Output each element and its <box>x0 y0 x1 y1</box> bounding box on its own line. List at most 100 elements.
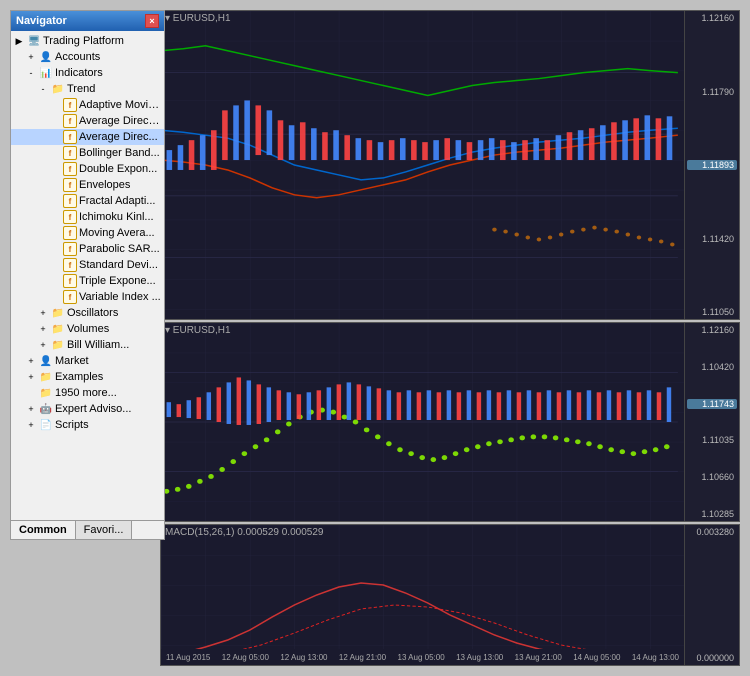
nav-icon-volumes: 📁 <box>51 322 65 336</box>
chart-area: ▾ EURUSD,H1 <box>160 10 740 666</box>
nav-item-parabolic[interactable]: fParabolic SAR... <box>11 241 164 257</box>
nav-icon-trading-platform: 🖥 <box>27 34 41 48</box>
chart-bottom-svg <box>161 525 739 665</box>
y-label-1: 1.12160 <box>687 13 737 23</box>
nav-text-indicators: Indicators <box>55 67 103 79</box>
nav-item-adaptive-ma[interactable]: fAdaptive Moving Average <box>11 97 164 113</box>
x-label-6: 13 Aug 13:00 <box>456 653 503 662</box>
nav-icon-bollinger: f <box>63 146 77 160</box>
nav-item-1950-more[interactable]: 📁1950 more... <box>11 385 164 401</box>
nav-icon-bill-williams: 📁 <box>51 338 65 352</box>
y-label-m-highlighted: 1.11743 <box>687 399 737 409</box>
nav-text-double-exp: Double Expon... <box>79 163 157 175</box>
nav-text-adaptive-ma: Adaptive Moving Average <box>79 99 162 111</box>
nav-icon-parabolic: f <box>63 242 77 256</box>
nav-icon-trend: 📁 <box>51 82 65 96</box>
nav-icon-double-exp: f <box>63 162 77 176</box>
nav-item-fractal[interactable]: fFractal Adapti... <box>11 193 164 209</box>
navigator-titlebar: Navigator × <box>11 11 164 31</box>
y-label-2: 1.11790 <box>687 87 737 97</box>
nav-item-trend[interactable]: -📁Trend <box>11 81 164 97</box>
y-label-b1: 0.003280 <box>687 527 737 537</box>
nav-item-moving-avg[interactable]: fMoving Avera... <box>11 225 164 241</box>
chart-mid-y-axis: 1.12160 1.10420 1.11743 1.11035 1.10660 … <box>684 323 739 521</box>
nav-text-oscillators: Oscillators <box>67 307 118 319</box>
nav-item-accounts[interactable]: +👤Accounts <box>11 49 164 65</box>
nav-item-bill-williams[interactable]: +📁Bill William... <box>11 337 164 353</box>
nav-icon-envelopes: f <box>63 178 77 192</box>
expand-icon-trading-platform: ▶ <box>13 35 25 47</box>
nav-text-fractal: Fractal Adapti... <box>79 195 155 207</box>
nav-icon-variable-idx: f <box>63 290 77 304</box>
nav-text-ichimoku: Ichimoku Kinl... <box>79 211 154 223</box>
y-label-m1: 1.12160 <box>687 325 737 335</box>
nav-item-trading-platform[interactable]: ▶🖥Trading Platform <box>11 33 164 49</box>
x-label-2: 12 Aug 05:00 <box>222 653 269 662</box>
nav-text-envelopes: Envelopes <box>79 179 130 191</box>
expand-icon-scripts: + <box>25 419 37 431</box>
nav-icon-avg-dir-mvt: f <box>63 114 77 128</box>
navigator-title: Navigator <box>16 15 67 27</box>
y-label-m5: 1.10285 <box>687 509 737 519</box>
nav-item-std-dev[interactable]: fStandard Devi... <box>11 257 164 273</box>
y-label-3: 1.11420 <box>687 234 737 244</box>
expand-icon-bill-williams: + <box>37 339 49 351</box>
expand-icon-accounts: + <box>25 51 37 63</box>
chart-bottom-y-axis: 0.003280 0.000000 <box>684 525 739 665</box>
nav-text-accounts: Accounts <box>55 51 100 63</box>
nav-text-market: Market <box>55 355 89 367</box>
nav-item-double-exp[interactable]: fDouble Expon... <box>11 161 164 177</box>
nav-text-examples: Examples <box>55 371 103 383</box>
nav-text-triple-exp: Triple Expone... <box>79 275 156 287</box>
nav-item-expert-advisors[interactable]: +🤖Expert Adviso... <box>11 401 164 417</box>
x-label-5: 13 Aug 05:00 <box>398 653 445 662</box>
x-axis: 11 Aug 2015 12 Aug 05:00 12 Aug 13:00 12… <box>161 649 684 665</box>
expand-icon-volumes: + <box>37 323 49 335</box>
x-label-4: 12 Aug 21:00 <box>339 653 386 662</box>
nav-item-volumes[interactable]: +📁Volumes <box>11 321 164 337</box>
y-label-m2: 1.10420 <box>687 362 737 372</box>
navigator-body: ▶🖥Trading Platform+👤Accounts-📊Indicators… <box>11 31 164 520</box>
nav-item-triple-exp[interactable]: fTriple Expone... <box>11 273 164 289</box>
chart-bottom-label: MACD(15,26,1) 0.000529 0.000529 <box>165 527 323 538</box>
nav-text-scripts: Scripts <box>55 419 89 431</box>
nav-item-market[interactable]: +👤Market <box>11 353 164 369</box>
nav-text-moving-avg: Moving Avera... <box>79 227 155 239</box>
nav-text-avg-direc: Average Direc... <box>79 131 158 143</box>
nav-item-scripts[interactable]: +📄Scripts <box>11 417 164 433</box>
nav-item-bollinger[interactable]: fBollinger Band... <box>11 145 164 161</box>
x-label-7: 13 Aug 21:00 <box>515 653 562 662</box>
chart-top[interactable]: ▾ EURUSD,H1 <box>160 10 740 320</box>
nav-text-variable-idx: Variable Index ... <box>79 291 161 303</box>
y-label-m3: 1.11035 <box>687 435 737 445</box>
nav-text-parabolic: Parabolic SAR... <box>79 243 160 255</box>
chart-bottom[interactable]: MACD(15,26,1) 0.000529 0.000529 0.003280… <box>160 524 740 666</box>
expand-icon-market: + <box>25 355 37 367</box>
expand-icon-expert-advisors: + <box>25 403 37 415</box>
nav-icon-moving-avg: f <box>63 226 77 240</box>
nav-tab-favorites[interactable]: Favori... <box>76 521 133 539</box>
y-label-m4: 1.10660 <box>687 472 737 482</box>
x-label-3: 12 Aug 13:00 <box>280 653 327 662</box>
nav-icon-oscillators: 📁 <box>51 306 65 320</box>
nav-item-examples[interactable]: +📁Examples <box>11 369 164 385</box>
y-label-b2: 0.000000 <box>687 653 737 663</box>
nav-icon-avg-direc: f <box>63 130 77 144</box>
nav-item-variable-idx[interactable]: fVariable Index ... <box>11 289 164 305</box>
nav-item-indicators[interactable]: -📊Indicators <box>11 65 164 81</box>
chart-mid[interactable]: ▾ EURUSD,H1 <box>160 322 740 522</box>
nav-tab-common[interactable]: Common <box>11 521 76 539</box>
nav-icon-std-dev: f <box>63 258 77 272</box>
nav-icon-indicators: 📊 <box>39 66 53 80</box>
nav-item-avg-direc[interactable]: fAverage Direc... <box>11 129 164 145</box>
nav-text-trend: Trend <box>67 83 95 95</box>
nav-item-ichimoku[interactable]: fIchimoku Kinl... <box>11 209 164 225</box>
nav-item-envelopes[interactable]: fEnvelopes <box>11 177 164 193</box>
nav-icon-fractal: f <box>63 194 77 208</box>
expand-icon-examples: + <box>25 371 37 383</box>
navigator-tabs: CommonFavori... <box>11 520 164 539</box>
nav-item-oscillators[interactable]: +📁Oscillators <box>11 305 164 321</box>
nav-item-avg-dir-mvt[interactable]: fAverage Directional Movement Index <box>11 113 164 129</box>
nav-text-avg-dir-mvt: Average Directional Movement Index <box>79 115 162 127</box>
close-button[interactable]: × <box>145 14 159 28</box>
